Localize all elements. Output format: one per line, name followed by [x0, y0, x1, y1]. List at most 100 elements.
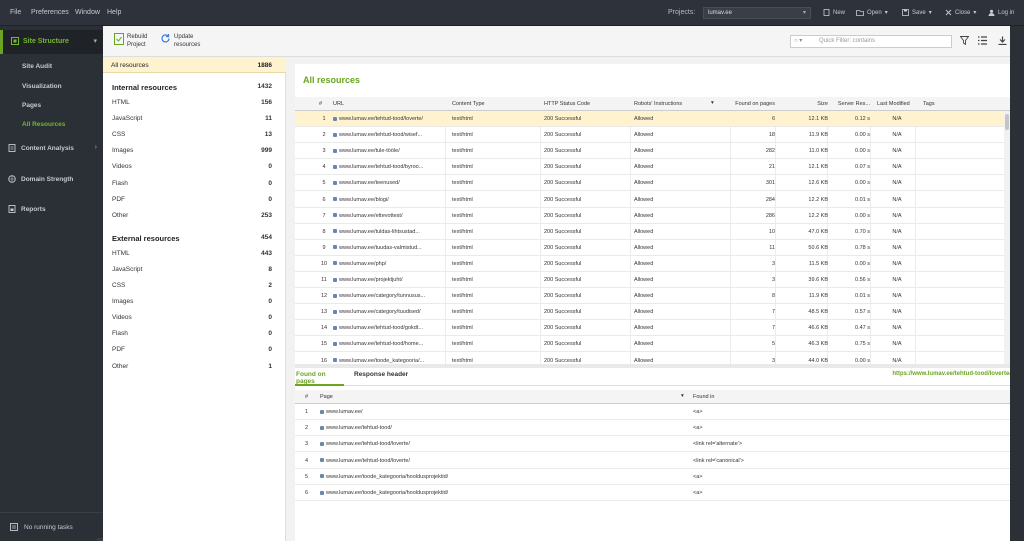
table-row[interactable]: 9 www.lumav.ee/tuudas-valmistud... text/ht… — [295, 240, 1011, 256]
page-link[interactable]: www.lumav.ee/ — [320, 409, 363, 415]
url-link[interactable]: www.lumav.ee/tule-tööle/ — [333, 148, 445, 154]
menu-file[interactable]: File — [10, 9, 21, 16]
column-header-9[interactable]: Tags — [923, 101, 935, 107]
url-link[interactable]: www.lumav.ee/tehtud-tood/byroo... — [333, 164, 445, 170]
url-link[interactable]: www.lumav.ee/category/tunnusus... — [333, 293, 445, 299]
new-button[interactable]: New — [823, 9, 845, 16]
column-header-6[interactable]: Size — [817, 101, 828, 107]
column-header-7[interactable]: Server Res... — [838, 101, 870, 107]
url-link[interactable]: www.lumav.ee/ettevottest/ — [333, 213, 445, 219]
url-link[interactable]: www.lumav.ee/tehtud-tood/wisef... — [333, 132, 445, 138]
resource-external-html[interactable]: HTML 443 — [103, 246, 286, 262]
resource-external-css[interactable]: CSS 2 — [103, 278, 286, 294]
url-link[interactable]: www.lumav.ee/tuudas-valmistud... — [333, 245, 445, 251]
resource-internal-html[interactable]: HTML 156 — [103, 95, 286, 111]
page-link[interactable]: www.lumav.ee/tehtud-tood/ — [320, 425, 392, 431]
download-icon[interactable] — [998, 36, 1007, 45]
menu-preferences[interactable]: Preferences — [31, 9, 69, 16]
quick-filter-input[interactable]: ○ ▾ Quick Filter: contains — [790, 35, 952, 48]
sidebar-item-pages[interactable]: Pages — [22, 102, 41, 109]
sidebar-item-site-audit[interactable]: Site Audit — [22, 63, 52, 70]
resource-internal-javascript[interactable]: JavaScript 11 — [103, 111, 286, 127]
save-button[interactable]: Save ▾ — [902, 9, 932, 16]
table-row[interactable]: 15 www.lumav.ee/tehtud-tood/home... text/h… — [295, 336, 1011, 353]
resource-internal-flash[interactable]: Flash 0 — [103, 176, 286, 192]
url-link[interactable]: www.lumav.ee/blogi/ — [333, 197, 445, 203]
url-link[interactable]: www.lumav.ee/tuldas-lihtsustad... — [333, 229, 445, 235]
menu-window[interactable]: Window — [75, 9, 100, 16]
url-link[interactable]: www.lumav.ee/php/ — [333, 261, 445, 267]
scrollbar-thumb[interactable] — [1005, 114, 1009, 130]
tasks-status[interactable]: No running tasks — [0, 512, 103, 541]
table-row[interactable]: 1 www.lumav.ee/ <a> — [295, 404, 1011, 420]
table-row[interactable]: 4 www.lumav.ee/tehtud-tood/byroo... text/h… — [295, 159, 1011, 176]
resource-internal-other[interactable]: Other 253 — [103, 208, 286, 224]
table-row[interactable]: 13 www.lumav.ee/category/tuudised/text/ht… — [295, 304, 1011, 321]
resource-all[interactable]: All resources 1886 — [103, 58, 286, 73]
filter-icon[interactable] — [960, 36, 969, 45]
filter-mode-dropdown[interactable]: ○ ▾ — [794, 37, 802, 44]
url-link[interactable]: www.lumav.ee/tehtud-tood/loverte/ — [333, 116, 445, 122]
table-row[interactable]: 3 www.lumav.ee/tule-tööle/text/html 200 Su… — [295, 143, 1011, 160]
nav-content-analysis[interactable]: Content Analysis › — [0, 139, 103, 159]
resource-external-javascript[interactable]: JavaScript 8 — [103, 262, 286, 278]
bottom-column-header-2[interactable]: Found in — [693, 394, 714, 400]
table-row[interactable]: 7 www.lumav.ee/ettevottest/text/html 200 S… — [295, 208, 1011, 224]
resource-internal-css[interactable]: CSS 13 — [103, 127, 286, 143]
column-header-2[interactable]: Content Type — [452, 101, 485, 107]
resource-group-internal[interactable]: Internal resources 1432 — [103, 79, 286, 95]
page-link[interactable]: www.lumav.ee/toode_kategooria/hoolduspro… — [320, 474, 448, 480]
table-row[interactable]: 10 www.lumav.ee/php/text/html 200 Successf… — [295, 256, 1011, 272]
table-row[interactable]: 16 www.lumav.ee/toode_kategooria/... text/… — [295, 353, 1011, 365]
sidebar-item-visualization[interactable]: Visualization — [22, 83, 62, 90]
table-row[interactable]: 4 www.lumav.ee/tehtud-tood/loverte/ <link … — [295, 453, 1011, 469]
url-link[interactable]: www.lumav.ee/tehtud-tood/gokdt... — [333, 325, 445, 331]
resource-external-flash[interactable]: Flash 0 — [103, 326, 286, 342]
table-row[interactable]: 1 www.lumav.ee/tehtud-tood/loverte/text/h… — [295, 111, 1011, 127]
sort-icon[interactable]: ▾ — [681, 393, 684, 399]
close-button[interactable]: Close ▾ — [945, 9, 976, 16]
column-header-3[interactable]: HTTP Status Code — [544, 101, 590, 107]
columns-list-icon[interactable] — [978, 36, 987, 45]
nav-reports[interactable]: Reports — [0, 200, 103, 220]
table-row[interactable]: 12 www.lumav.ee/category/tunnusus... text/… — [295, 288, 1011, 305]
url-link[interactable]: www.lumav.ee/projektjuht/ — [333, 277, 445, 283]
resource-group-external[interactable]: External resources 454 — [103, 230, 286, 246]
resource-external-other[interactable]: Other 1 — [103, 359, 286, 375]
nav-site-structure[interactable]: Site Structure ▾ — [0, 30, 103, 54]
url-link[interactable]: www.lumav.ee/toode_kategooria/... — [333, 358, 445, 364]
column-header-1[interactable]: URL — [333, 101, 344, 107]
table-row[interactable]: 8 www.lumav.ee/tuldas-lihtsustad... text/h… — [295, 224, 1011, 240]
url-link[interactable]: www.lumav.ee/teenused/ — [333, 180, 445, 186]
menu-help[interactable]: Help — [107, 9, 121, 16]
column-header-8[interactable]: Last Modified — [877, 101, 910, 107]
table-row[interactable]: 11 www.lumav.ee/projektjuht/text/html 200 … — [295, 272, 1011, 288]
update-resources-button[interactable]: Update resources — [160, 33, 208, 49]
resource-external-videos[interactable]: Videos 0 — [103, 310, 286, 326]
url-link[interactable]: www.lumav.ee/tehtud-tood/home... — [333, 341, 445, 347]
sort-icon[interactable]: ▾ — [711, 100, 714, 106]
resource-internal-videos[interactable]: Videos 0 — [103, 159, 286, 175]
bottom-column-header-0[interactable]: # — [305, 394, 308, 400]
column-header-4[interactable]: Robots' Instructions — [634, 101, 682, 107]
column-header-0[interactable]: # — [319, 101, 322, 107]
sidebar-item-all-resources[interactable]: All Resources — [22, 121, 65, 128]
rebuild-project-button[interactable]: Rebuild Project — [114, 33, 161, 49]
resource-internal-images[interactable]: Images 999 — [103, 143, 286, 159]
tab-found-on-pages[interactable]: Found on pages — [295, 368, 344, 386]
table-row[interactable]: 5 www.lumav.ee/toode_kategooria/hoolduspr… — [295, 469, 1011, 485]
bottom-column-header-1[interactable]: Page — [320, 394, 333, 400]
selected-url[interactable]: https://www.lumav.ee/tehtud-tood/loverte… — [892, 371, 1011, 377]
table-row[interactable]: 5 www.lumav.ee/teenused/text/html 200 Succ… — [295, 175, 1011, 192]
project-select[interactable]: lumav.ee ▾ — [703, 7, 811, 19]
open-button[interactable]: Open ▾ — [856, 9, 888, 16]
table-row[interactable]: 2 www.lumav.ee/tehtud-tood/ <a> — [295, 420, 1011, 437]
table-row[interactable]: 14 www.lumav.ee/tehtud-tood/gokdt... text/… — [295, 320, 1011, 337]
resource-internal-pdf[interactable]: PDF 0 — [103, 192, 286, 208]
page-link[interactable]: www.lumav.ee/tehtud-tood/loverte/ — [320, 441, 410, 447]
nav-domain-strength[interactable]: Domain Strength — [0, 170, 103, 190]
tab-response-header[interactable]: Response header — [354, 371, 408, 378]
table-row[interactable]: 6 www.lumav.ee/blogi/text/html 200 Success… — [295, 192, 1011, 208]
column-header-5[interactable]: Found on pages — [735, 101, 775, 107]
page-link[interactable]: www.lumav.ee/toode_kategooria/hoolduspro… — [320, 490, 448, 496]
